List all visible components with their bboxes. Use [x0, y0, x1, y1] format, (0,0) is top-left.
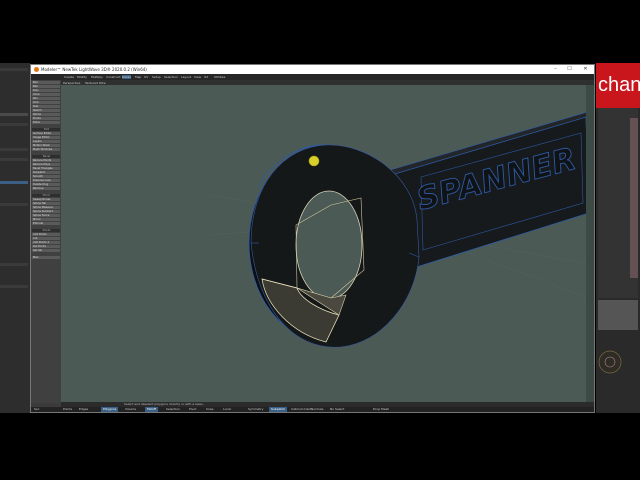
minimize-button[interactable]: – — [550, 65, 561, 74]
background-app-panel-left — [0, 63, 30, 413]
tool-button[interactable]: Spline Subtract — [32, 210, 60, 213]
tool-button[interactable]: Misc — [32, 256, 60, 259]
bg-item — [0, 158, 28, 161]
points-button[interactable]: Points — [61, 407, 74, 412]
tool-button[interactable]: Cone — [32, 93, 60, 96]
tool-button[interactable]: Dissolve Loop — [32, 179, 60, 182]
tool-button[interactable]: Spline — [32, 113, 60, 116]
tool-button[interactable]: Motion Stack — [32, 144, 60, 147]
tool-button[interactable]: Spline Tail — [32, 202, 60, 205]
title-bar[interactable]: Modeler™ NewTek LightWave 3D® 2020.0.2 (… — [31, 65, 594, 74]
viewport-side-strip — [586, 85, 594, 402]
bg-item — [0, 148, 28, 151]
tool-button[interactable]: Surface Editor — [32, 132, 60, 135]
tool-button[interactable]: Box — [32, 81, 60, 84]
tool-button[interactable]: Layers — [32, 140, 60, 143]
drop-mesh-button[interactable]: Drop Mesh — [371, 407, 391, 412]
menu-setup[interactable]: Setup — [152, 75, 161, 79]
menu-construct[interactable]: Construct — [106, 75, 121, 79]
light-dot-icon — [308, 155, 320, 167]
tool-button[interactable]: Extrude — [32, 222, 60, 225]
menu-modify[interactable]: Modify — [77, 75, 87, 79]
bg-item — [0, 113, 28, 116]
tool-button[interactable]: Add Points — [32, 233, 60, 236]
bg-item — [0, 181, 28, 184]
falloff-button[interactable]: Falloff — [145, 407, 158, 412]
modeler-window: Modeler™ NewTek LightWave 3D® 2020.0.2 (… — [30, 64, 595, 413]
tool-button[interactable]: Sweep Bones — [32, 198, 60, 201]
tool-button[interactable]: Smooth — [32, 175, 60, 178]
bg-item — [0, 123, 28, 126]
tool-button[interactable]: Spline Fence — [32, 214, 60, 217]
background-red-banner: chan — [596, 63, 640, 108]
snap-button[interactable]: Snap — [204, 407, 216, 412]
edges-button[interactable]: Edges — [77, 407, 90, 412]
tool-button[interactable]: Text — [32, 105, 60, 108]
perspective-viewport[interactable]: SPANNER — [61, 85, 594, 402]
tool-button[interactable]: Delete Ring — [32, 183, 60, 186]
tool-button[interactable]: Mirror — [32, 218, 60, 221]
maximize-button[interactable]: ☐ — [564, 65, 575, 74]
tool-button[interactable]: Ball — [32, 85, 60, 88]
menu-map[interactable]: Map — [135, 75, 141, 79]
tool-button[interactable]: Sketch — [32, 109, 60, 112]
tool-group-header: Edit — [32, 128, 60, 131]
selection-button[interactable]: Selection — [164, 407, 182, 412]
window-title: Modeler™ NewTek LightWave 3D® 2020.0.2 (… — [41, 67, 147, 72]
local-button[interactable]: Local — [221, 407, 233, 412]
tool-panel: Box Ball Disc Cone Pen Grid Text Sketch Spline Po… — [31, 80, 61, 403]
bg-item — [0, 263, 28, 266]
symmetry-button[interactable]: Symmetry — [246, 407, 266, 412]
background-orb-icon — [598, 340, 622, 380]
pivot-button[interactable]: Pivot — [187, 407, 198, 412]
tool-button[interactable]: Add Points 2 — [32, 241, 60, 244]
menu-ux[interactable]: UX — [204, 75, 208, 79]
tool-group-header: Bevel — [32, 155, 60, 158]
subpatch-button[interactable]: Subpatch — [269, 407, 288, 412]
menu-layout[interactable]: Layout — [181, 75, 191, 79]
background-scrollbar — [630, 118, 638, 278]
tool-group-header: Points — [32, 229, 60, 232]
tool-button[interactable]: Mesh Windows — [32, 148, 60, 151]
tool-button[interactable]: Grid — [32, 101, 60, 104]
tool-button[interactable]: Reduce Points — [32, 159, 60, 162]
tool-button[interactable]: Del Points — [32, 245, 60, 248]
bg-item — [0, 203, 28, 206]
tool-button[interactable]: Points — [32, 117, 60, 120]
tool-button[interactable]: Set Val — [32, 249, 60, 252]
spanner-model: SPANNER — [210, 110, 594, 348]
menu-multiply[interactable]: Multiply — [91, 75, 103, 79]
bg-item — [0, 68, 28, 71]
no-select-button[interactable]: No Select — [328, 407, 346, 412]
menu-uv[interactable]: UV — [144, 75, 148, 79]
menu-selection[interactable]: Selection — [164, 75, 178, 79]
menu-view[interactable]: View — [194, 75, 201, 79]
bg-item — [0, 285, 28, 288]
tool-button[interactable]: Image Editor — [32, 136, 60, 139]
tool-group-header: Mirror — [32, 194, 60, 197]
menu-utilities[interactable]: Utilities — [214, 75, 225, 79]
tool-button[interactable]: Reduce Polys — [32, 163, 60, 166]
menu-create[interactable]: Create — [64, 75, 74, 79]
tool-button[interactable]: Extra — [32, 121, 60, 124]
lightwave-app-icon — [34, 67, 39, 72]
tool-button[interactable]: Spline Measure — [32, 206, 60, 209]
volume-button[interactable]: Volume — [123, 407, 138, 412]
normals-button[interactable]: Normals — [309, 407, 325, 412]
tool-button[interactable]: Disc — [32, 89, 60, 92]
tool-button[interactable]: Bevel Triangles — [32, 167, 60, 170]
polygons-button[interactable]: Polygons — [101, 407, 119, 412]
bottom-toolbar: Sel: Points Edges Polygons Volume Fallof… — [31, 407, 594, 412]
tool-button[interactable]: Cut — [32, 237, 60, 240]
tool-button[interactable]: Pen — [32, 97, 60, 100]
menu-detail[interactable]: Detail — [122, 75, 131, 79]
tool-button[interactable]: Remove — [32, 187, 60, 190]
background-panel-gray — [598, 300, 638, 330]
close-button[interactable]: ✕ — [580, 65, 591, 74]
sel-label: Sel: — [34, 407, 40, 411]
tool-button[interactable]: Subpatch — [32, 171, 60, 174]
